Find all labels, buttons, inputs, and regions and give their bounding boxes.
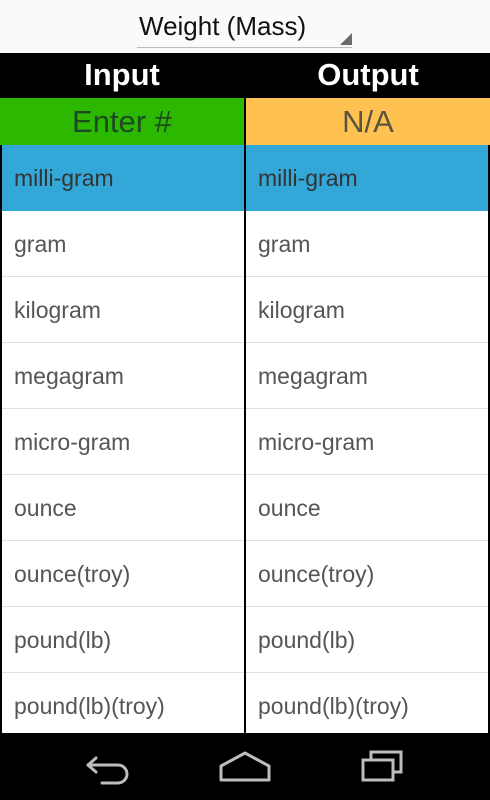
input-column-title: Input [84, 57, 160, 92]
input-unit-item[interactable]: micro-gram [2, 409, 245, 475]
column-header: Input Output [0, 53, 490, 98]
output-value-display: N/A [246, 98, 490, 145]
input-number-field[interactable]: Enter # [0, 98, 244, 145]
output-unit-item[interactable]: ounce(troy) [246, 541, 488, 607]
output-unit-item[interactable]: pound(lb) [246, 607, 488, 673]
back-button[interactable] [73, 746, 143, 786]
input-unit-list[interactable]: milli-gram gram kilogram megagram micro-gram… [2, 145, 245, 733]
unit-category-spinner[interactable]: Weight (Mass) [137, 8, 352, 48]
output-unit-item[interactable]: milli-gram [246, 145, 488, 211]
system-nav-bar [0, 733, 490, 800]
input-unit-item[interactable]: megagram [2, 343, 245, 409]
input-unit-item[interactable]: gram [2, 211, 245, 277]
recents-icon [361, 750, 403, 782]
output-unit-list[interactable]: milli-gram gram kilogram megagram micro-gram… [246, 145, 488, 733]
top-bar: Weight (Mass) [0, 0, 490, 53]
input-unit-item[interactable]: ounce [2, 475, 245, 541]
output-unit-item[interactable]: gram [246, 211, 488, 277]
recents-button[interactable] [347, 746, 417, 786]
column-divider [244, 145, 246, 733]
output-column-title: Output [317, 57, 419, 92]
output-unit-item[interactable]: ounce [246, 475, 488, 541]
output-unit-item[interactable]: kilogram [246, 277, 488, 343]
spinner-selected-label: Weight (Mass) [139, 11, 307, 41]
spinner-dropdown-icon [340, 33, 352, 45]
list-left-border [0, 145, 2, 733]
input-unit-item[interactable]: ounce(troy) [2, 541, 245, 607]
output-unit-item[interactable]: megagram [246, 343, 488, 409]
output-unit-item[interactable]: pound(lb)(troy) [246, 673, 488, 733]
home-icon [219, 751, 271, 782]
back-icon [86, 756, 129, 785]
input-unit-item[interactable]: kilogram [2, 277, 245, 343]
output-unit-item[interactable]: micro-gram [246, 409, 488, 475]
input-unit-item[interactable]: milli-gram [2, 145, 245, 211]
home-button[interactable] [210, 746, 280, 786]
input-unit-item[interactable]: pound(lb) [2, 607, 245, 673]
input-unit-item[interactable]: pound(lb)(troy) [2, 673, 245, 733]
